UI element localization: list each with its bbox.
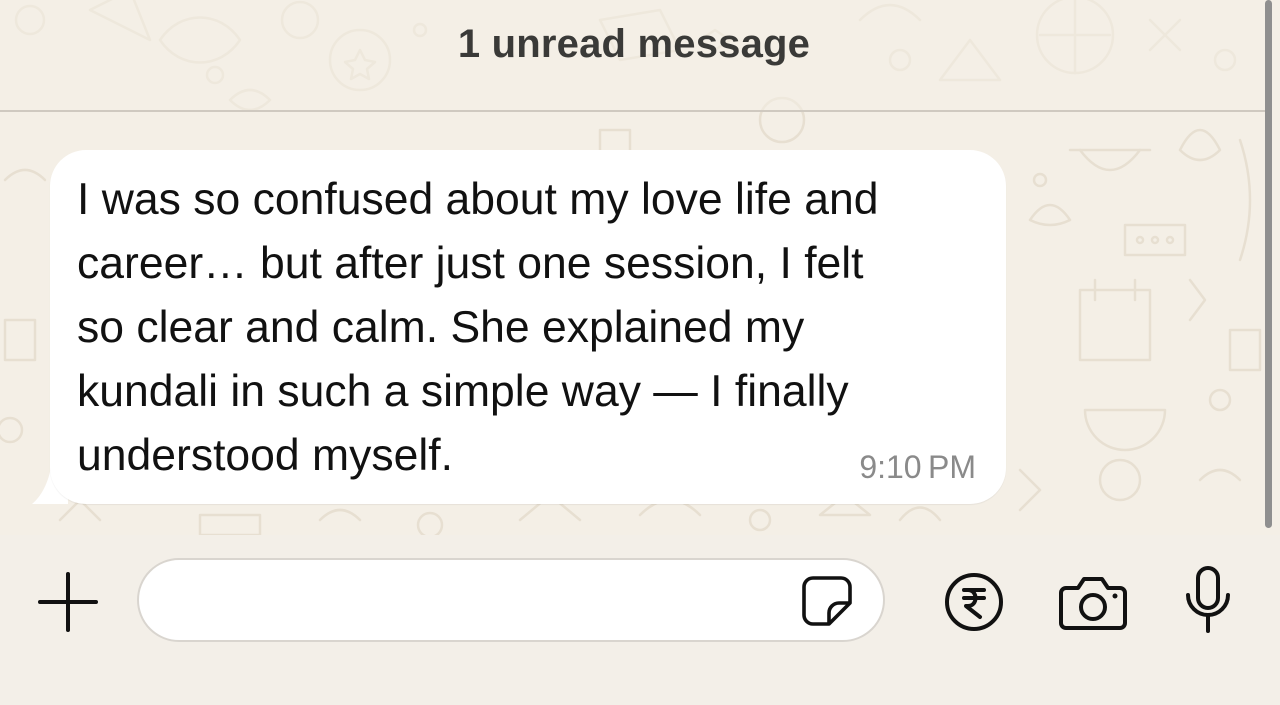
chat-area: 1 unread message I was so confused about… [0,0,1280,535]
sticker-icon [802,576,852,626]
camera-button[interactable] [1056,570,1130,634]
message-input-field[interactable] [137,558,885,642]
message-line: understood myself. [77,431,453,480]
message-timestamp: 9:10 PM [859,449,976,485]
rupee-icon [945,573,1003,631]
message-text: I was so confused about my love life and… [77,168,977,488]
message-line: kundali in such a simple way — I finally [77,367,849,416]
attach-button[interactable] [34,568,102,636]
chat-scrollbar[interactable] [1265,0,1272,528]
plus-icon [38,572,98,632]
message-line: career… but after just one session, I fe… [77,239,864,288]
camera-icon [1059,577,1127,630]
microphone-icon [1186,566,1230,633]
message-line: I was so confused about my love life and [77,175,879,224]
unread-messages-label: 1 unread message [457,21,811,66]
message-line: so clear and calm. She explained my [77,303,805,352]
sticker-button[interactable] [797,572,857,630]
voice-message-button[interactable] [1180,564,1236,636]
payment-button[interactable] [942,570,1006,634]
message-input[interactable] [167,574,791,628]
unread-messages-banner: 1 unread message [0,0,1268,112]
incoming-message-bubble[interactable]: I was so confused about my love life and… [50,150,1006,504]
